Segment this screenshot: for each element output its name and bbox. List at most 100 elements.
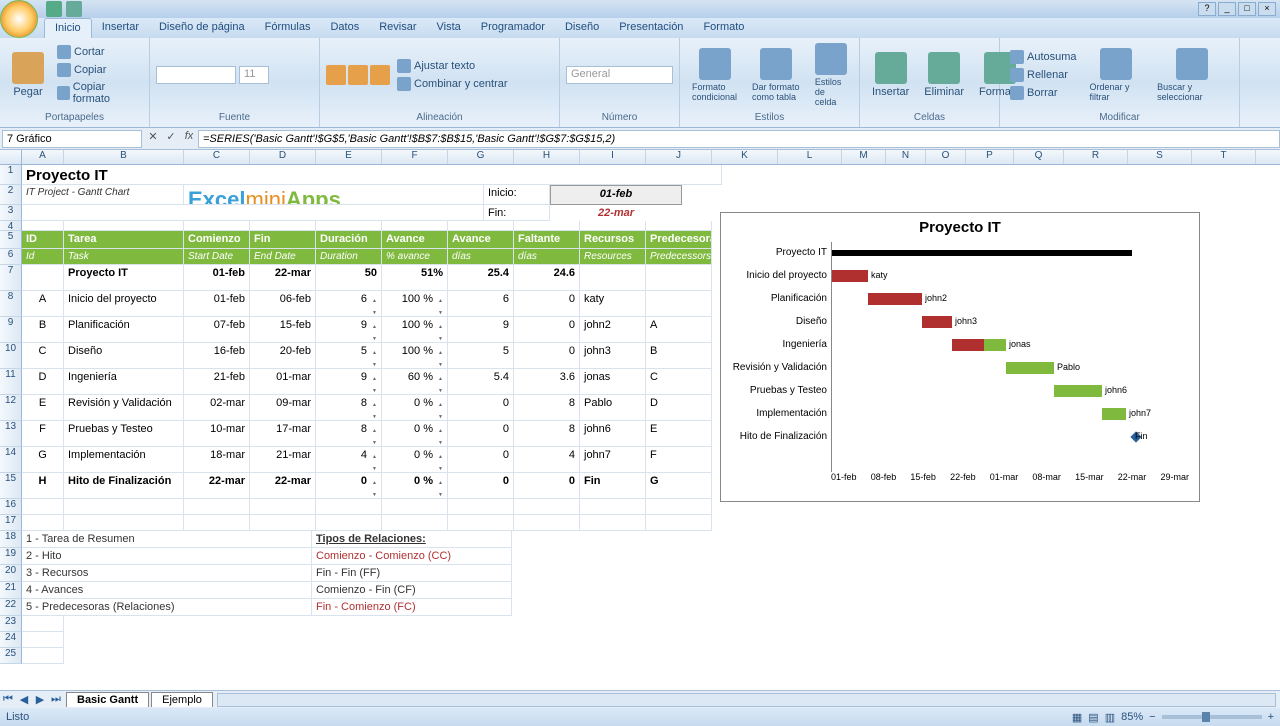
spinner-icon[interactable] bbox=[433, 423, 443, 447]
cell[interactable] bbox=[580, 221, 646, 231]
insert-cells-button[interactable]: Insertar bbox=[866, 50, 915, 100]
view-normal-icon[interactable]: ▦ bbox=[1072, 711, 1082, 724]
delete-cells-button[interactable]: Eliminar bbox=[918, 50, 970, 100]
cell[interactable]: 01-mar bbox=[250, 369, 316, 395]
cell[interactable]: Recursos bbox=[580, 231, 646, 249]
cell[interactable]: john3 bbox=[580, 343, 646, 369]
cell[interactable] bbox=[448, 499, 514, 515]
spinner-icon[interactable] bbox=[433, 475, 443, 499]
column-header[interactable]: G bbox=[448, 150, 514, 164]
cell[interactable] bbox=[22, 499, 64, 515]
cell[interactable]: Ingeniería bbox=[64, 369, 184, 395]
cell[interactable]: IT Project - Gantt Chart bbox=[22, 185, 184, 205]
row-header[interactable]: 17 bbox=[0, 515, 22, 531]
cell[interactable] bbox=[382, 499, 448, 515]
row-header[interactable]: 1 bbox=[0, 165, 22, 185]
cell[interactable]: john6 bbox=[580, 421, 646, 447]
spinner-icon[interactable] bbox=[367, 475, 377, 499]
spinner-icon[interactable] bbox=[367, 423, 377, 447]
cell[interactable]: días bbox=[514, 249, 580, 265]
cell[interactable]: 3.6 bbox=[514, 369, 580, 395]
cell[interactable]: Revisión y Validación bbox=[64, 395, 184, 421]
cell[interactable]: 0 % bbox=[382, 421, 448, 447]
chart-remaining-bar[interactable] bbox=[1102, 408, 1126, 420]
cell[interactable]: 2 - Hito bbox=[22, 548, 312, 565]
spinner-icon[interactable] bbox=[367, 397, 377, 421]
column-header[interactable]: C bbox=[184, 150, 250, 164]
cell[interactable]: 22-mar bbox=[184, 473, 250, 499]
column-header[interactable]: L bbox=[778, 150, 842, 164]
column-header[interactable]: B bbox=[64, 150, 184, 164]
minimize-button[interactable]: _ bbox=[1218, 2, 1236, 16]
cell[interactable]: 100 % bbox=[382, 291, 448, 317]
cell[interactable]: 06-feb bbox=[250, 291, 316, 317]
format-table-button[interactable]: Dar formato como tabla bbox=[746, 46, 806, 104]
spinner-icon[interactable] bbox=[367, 319, 377, 343]
spinner-icon[interactable] bbox=[433, 449, 443, 473]
cell[interactable]: 0 bbox=[448, 395, 514, 421]
cell[interactable]: B bbox=[22, 317, 64, 343]
row-header[interactable]: 22 bbox=[0, 599, 22, 616]
row-header[interactable]: 5 bbox=[0, 231, 22, 249]
cell[interactable]: End Date bbox=[250, 249, 316, 265]
row-header[interactable]: 25 bbox=[0, 648, 22, 664]
row-header[interactable]: 8 bbox=[0, 291, 22, 317]
cell[interactable]: 0 bbox=[514, 291, 580, 317]
cell[interactable] bbox=[646, 515, 712, 531]
select-all-corner[interactable] bbox=[0, 150, 22, 164]
cell[interactable]: Implementación bbox=[64, 447, 184, 473]
chart-summary-bar[interactable] bbox=[832, 250, 1132, 256]
gantt-chart[interactable]: Proyecto IT Proyecto ITInicio del proyec… bbox=[720, 212, 1200, 502]
autosum-button[interactable]: Autosuma bbox=[1006, 48, 1081, 66]
cell[interactable] bbox=[514, 515, 580, 531]
wrap-text-button[interactable]: Ajustar texto bbox=[393, 57, 512, 75]
chart-progress-bar[interactable] bbox=[952, 339, 984, 351]
row-header[interactable]: 14 bbox=[0, 447, 22, 473]
cell[interactable]: 50 bbox=[316, 265, 382, 291]
fill-button[interactable]: Rellenar bbox=[1006, 66, 1081, 84]
align-btn[interactable] bbox=[370, 65, 390, 85]
cell[interactable] bbox=[22, 221, 64, 231]
cell[interactable]: Proyecto IT bbox=[22, 165, 722, 185]
cell[interactable] bbox=[22, 616, 64, 632]
cell[interactable]: 0 bbox=[448, 447, 514, 473]
cell[interactable] bbox=[646, 291, 712, 317]
start-date-box[interactable]: 01-feb bbox=[550, 185, 682, 205]
paste-button[interactable]: Pegar bbox=[6, 50, 50, 100]
cell[interactable]: F bbox=[646, 447, 712, 473]
column-header[interactable]: H bbox=[514, 150, 580, 164]
row-header[interactable]: 21 bbox=[0, 582, 22, 599]
cut-button[interactable]: Cortar bbox=[53, 43, 143, 61]
cell[interactable]: Predecesoras bbox=[646, 231, 712, 249]
next-sheet-button[interactable]: ▶ bbox=[32, 693, 48, 706]
cell[interactable]: 8 bbox=[316, 395, 382, 421]
spinner-icon[interactable] bbox=[367, 449, 377, 473]
close-button[interactable]: × bbox=[1258, 2, 1276, 16]
cell[interactable] bbox=[382, 515, 448, 531]
align-btn[interactable] bbox=[348, 65, 368, 85]
spinner-icon[interactable] bbox=[367, 293, 377, 317]
column-header[interactable]: I bbox=[580, 150, 646, 164]
zoom-slider[interactable] bbox=[1162, 715, 1262, 719]
ribbon-tab[interactable]: Diseño bbox=[555, 18, 609, 38]
column-header[interactable]: T bbox=[1192, 150, 1256, 164]
cell[interactable]: Comienzo - Fin (CF) bbox=[312, 582, 512, 599]
cell[interactable]: Avance bbox=[448, 231, 514, 249]
spinner-icon[interactable] bbox=[433, 345, 443, 369]
cell[interactable]: Faltante bbox=[514, 231, 580, 249]
cell[interactable]: D bbox=[22, 369, 64, 395]
cell[interactable]: 10-mar bbox=[184, 421, 250, 447]
cell[interactable]: % avance bbox=[382, 249, 448, 265]
sort-filter-button[interactable]: Ordenar y filtrar bbox=[1084, 46, 1149, 104]
cell[interactable] bbox=[22, 648, 64, 664]
chart-progress-bar[interactable] bbox=[832, 270, 868, 282]
column-header[interactable]: O bbox=[926, 150, 966, 164]
cell[interactable]: 22-mar bbox=[250, 473, 316, 499]
cell[interactable]: 0 bbox=[514, 473, 580, 499]
office-button[interactable] bbox=[0, 0, 38, 38]
cell[interactable]: Tarea bbox=[64, 231, 184, 249]
first-sheet-button[interactable]: ⏮ bbox=[0, 693, 16, 706]
cell[interactable]: Hito de Finalización bbox=[64, 473, 184, 499]
maximize-button[interactable]: □ bbox=[1238, 2, 1256, 16]
copy-button[interactable]: Copiar bbox=[53, 61, 143, 79]
